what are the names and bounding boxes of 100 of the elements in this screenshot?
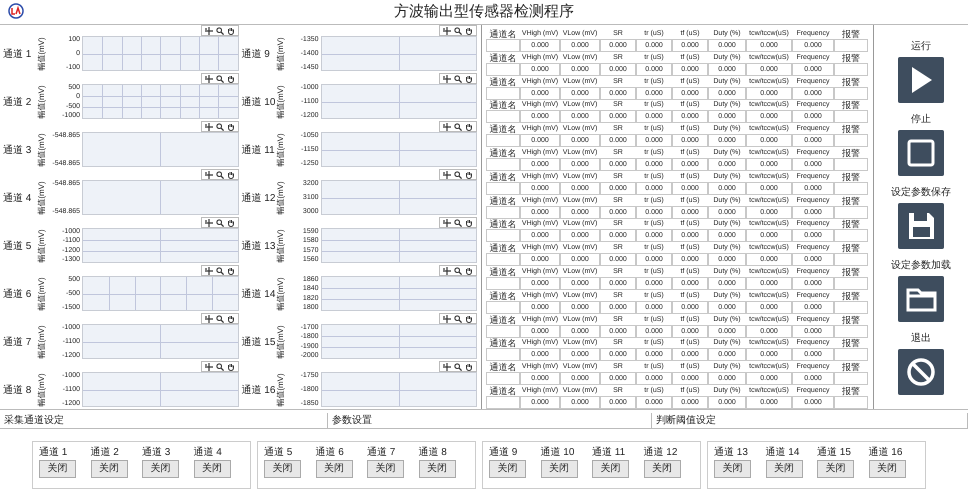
button-label: 设定参数保存 — [891, 186, 951, 200]
channel-label: 通道 1 — [39, 447, 68, 458]
close-button[interactable]: 关闭 — [316, 460, 352, 478]
close-button[interactable]: 关闭 — [817, 460, 854, 478]
crosshair-icon[interactable] — [443, 362, 451, 370]
channel-label: 通道 15 — [240, 336, 274, 350]
hand-icon[interactable] — [465, 122, 473, 130]
channel-label: 通道 3 — [2, 144, 32, 158]
crosshair-icon[interactable] — [204, 170, 212, 178]
hand-icon[interactable] — [226, 362, 234, 370]
hand-icon[interactable] — [226, 314, 234, 322]
crosshair-icon[interactable] — [443, 74, 451, 82]
close-button[interactable]: 关闭 — [540, 460, 578, 478]
column-header: 报警 — [841, 196, 861, 206]
channel-label: 通道 15 — [817, 447, 852, 458]
channel-label: 通道 13 — [714, 447, 749, 458]
crosshair-icon[interactable] — [204, 74, 212, 82]
hand-icon[interactable] — [226, 218, 234, 226]
zoom-icon[interactable] — [216, 266, 224, 274]
channel-label: 通道 8 — [2, 384, 32, 398]
hand-icon[interactable] — [226, 26, 234, 34]
crosshair-icon[interactable] — [443, 266, 451, 274]
hand-icon[interactable] — [226, 266, 234, 274]
hand-icon[interactable] — [465, 218, 473, 226]
column-header: 通道名 — [488, 196, 518, 206]
channel-label: 通道 7 — [2, 336, 32, 350]
exit-button[interactable] — [898, 348, 944, 395]
crosshair-icon[interactable] — [204, 122, 212, 130]
crosshair-icon[interactable] — [443, 26, 451, 34]
close-button[interactable]: 关闭 — [264, 460, 301, 478]
window-title: 方波输出型传感器检测程序 — [394, 2, 574, 22]
axis-label: 幅值(mV) — [276, 180, 286, 214]
hand-icon[interactable] — [465, 26, 473, 34]
zoom-icon[interactable] — [454, 218, 462, 226]
crosshair-icon[interactable] — [204, 218, 212, 226]
button-label: 停止 — [911, 112, 931, 128]
run-button[interactable] — [898, 57, 944, 104]
save-button[interactable] — [898, 202, 944, 249]
axis-label: 幅值(mV) — [276, 84, 286, 118]
hand-icon[interactable] — [465, 170, 473, 178]
table-cell — [486, 158, 520, 171]
zoom-icon[interactable] — [216, 122, 224, 130]
table-cell — [834, 276, 868, 290]
crosshair-icon[interactable] — [443, 170, 451, 178]
crosshair-icon[interactable] — [443, 314, 451, 322]
close-button[interactable]: 关闭 — [644, 460, 680, 478]
zoom-icon[interactable] — [216, 74, 224, 82]
zoom-icon[interactable] — [454, 122, 462, 130]
zoom-icon[interactable] — [216, 170, 224, 178]
zoom-icon[interactable] — [216, 362, 224, 370]
axis-label: 幅值(mV) — [276, 324, 286, 358]
close-button[interactable]: 关闭 — [39, 460, 76, 478]
close-button[interactable]: 关闭 — [418, 460, 456, 478]
crosshair-icon[interactable] — [204, 314, 212, 322]
hand-icon[interactable] — [465, 314, 473, 322]
column-header: 报警 — [841, 314, 861, 325]
crosshair-icon[interactable] — [443, 122, 451, 130]
load-button[interactable] — [898, 276, 944, 322]
column-header: 通道名 — [488, 29, 518, 39]
zoom-icon[interactable] — [216, 314, 224, 322]
close-button[interactable]: 关闭 — [142, 460, 179, 478]
close-button[interactable]: 关闭 — [90, 460, 128, 478]
table-cell — [486, 110, 520, 124]
crosshair-icon[interactable] — [204, 266, 212, 274]
hand-icon[interactable] — [465, 266, 473, 274]
hand-icon[interactable] — [465, 362, 473, 370]
channel-label: 通道 11 — [240, 144, 274, 158]
zoom-icon[interactable] — [216, 218, 224, 226]
close-button[interactable]: 关闭 — [868, 460, 906, 478]
table-cell — [834, 253, 868, 266]
close-button[interactable]: 关闭 — [489, 460, 526, 478]
close-button[interactable]: 关闭 — [766, 460, 802, 478]
zoom-icon[interactable] — [454, 74, 462, 82]
axis-label: 幅值(mV) — [276, 276, 286, 310]
close-button[interactable]: 关闭 — [367, 460, 404, 478]
zoom-icon[interactable] — [454, 314, 462, 322]
table-cell — [486, 396, 520, 409]
channel-label: 通道 5 — [264, 447, 294, 458]
stop-button[interactable] — [898, 130, 944, 176]
close-button[interactable]: 关闭 — [714, 460, 751, 478]
table-cell — [834, 206, 868, 219]
button-label: 运行 — [911, 40, 931, 54]
zoom-icon[interactable] — [454, 266, 462, 274]
zoom-icon[interactable] — [454, 26, 462, 34]
hand-icon[interactable] — [226, 170, 234, 178]
hand-icon[interactable] — [465, 74, 473, 82]
crosshair-icon[interactable] — [443, 218, 451, 226]
zoom-icon[interactable] — [216, 26, 224, 34]
table-cell — [834, 324, 868, 338]
close-button[interactable]: 关闭 — [592, 460, 629, 478]
channel-label: 通道 12 — [644, 447, 678, 458]
zoom-icon[interactable] — [454, 362, 462, 370]
hand-icon[interactable] — [226, 122, 234, 130]
zoom-icon[interactable] — [454, 170, 462, 178]
hand-icon[interactable] — [226, 74, 234, 82]
crosshair-icon[interactable] — [204, 362, 212, 370]
close-button[interactable]: 关闭 — [194, 460, 230, 478]
channel-label: 通道 9 — [240, 48, 271, 62]
crosshair-icon[interactable] — [204, 26, 212, 34]
column-header: 报警 — [841, 219, 861, 230]
